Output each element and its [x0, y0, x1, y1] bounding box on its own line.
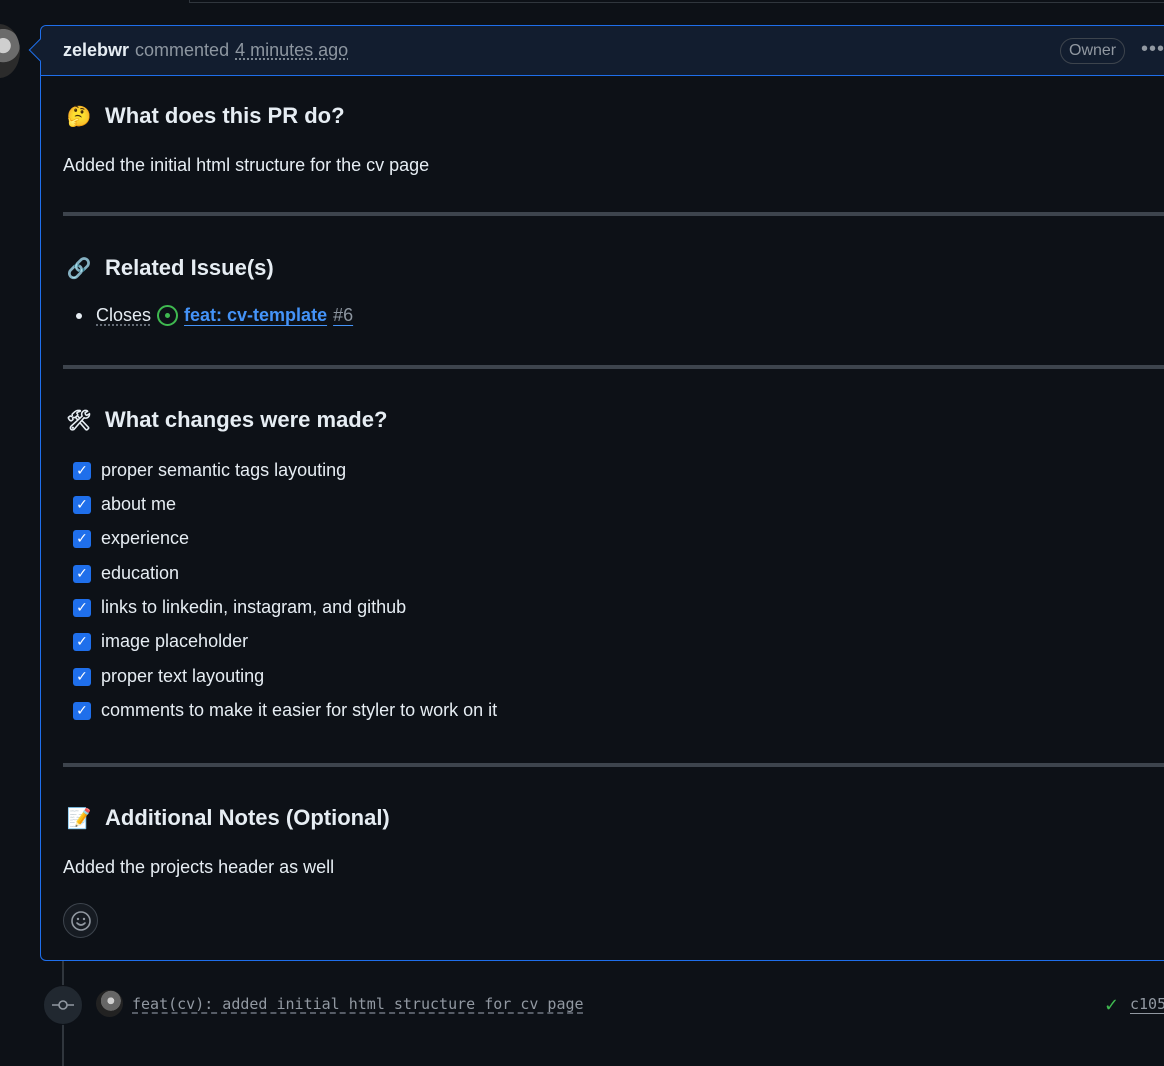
heading-notes-text: Additional Notes (Optional): [105, 805, 390, 830]
check-icon[interactable]: ✓: [1104, 995, 1119, 1016]
heading-changes-text: What changes were made?: [105, 407, 388, 432]
kebab-horizontal-icon[interactable]: •••: [1141, 38, 1164, 60]
checkbox-checked[interactable]: ✓: [73, 564, 91, 583]
divider-1: [63, 212, 1164, 216]
comment-verb: commented: [135, 40, 230, 60]
task-label: links to linkedin, instagram, and github: [101, 597, 407, 617]
task-item: ✓ education: [73, 563, 179, 584]
heading-what: 🤔 What does this PR do?: [63, 101, 345, 131]
add-reaction-button[interactable]: [63, 903, 98, 938]
checkbox-checked[interactable]: ✓: [73, 495, 91, 514]
task-item: ✓ comments to make it easier for styler …: [73, 700, 497, 721]
commit-sha-link[interactable]: c105: [1130, 995, 1164, 1013]
what-text: Added the initial html structure for the…: [63, 155, 430, 175]
author-avatar[interactable]: [0, 24, 20, 78]
task-label: comments to make it easier for styler to…: [101, 700, 498, 720]
memo-icon: 📝: [66, 807, 92, 830]
notes-text: Added the projects header as well: [63, 857, 335, 877]
thinking-face-icon: 🤔: [66, 105, 92, 128]
task-label: proper semantic tags layouting: [101, 460, 347, 480]
git-commit-icon: [43, 985, 83, 1025]
commit-message-link[interactable]: feat(cv): added initial html structure f…: [132, 995, 584, 1013]
commit-author-avatar[interactable]: [96, 990, 123, 1017]
task-item: ✓ about me: [73, 494, 176, 515]
task-label: image placeholder: [101, 631, 249, 651]
list-bullet: [76, 312, 82, 319]
tools-icon: 🛠: [66, 409, 92, 432]
checkbox-checked[interactable]: ✓: [73, 461, 91, 480]
task-item: ✓ links to linkedin, instagram, and gith…: [73, 597, 406, 618]
heading-changes: 🛠 What changes were made?: [63, 405, 387, 435]
issue-link[interactable]: feat: cv-template: [184, 305, 327, 326]
checkbox-checked[interactable]: ✓: [73, 667, 91, 686]
task-label: about me: [101, 494, 177, 514]
divider-2: [63, 365, 1164, 369]
author-name[interactable]: zelebwr: [63, 40, 129, 61]
comment-header: zelebwr commented 4 minutes ago Owner ••…: [41, 26, 1164, 76]
pr-description-comment: zelebwr commented 4 minutes ago Owner ••…: [28, 25, 1164, 961]
task-label: education: [101, 563, 180, 583]
owner-badge: Owner: [1060, 38, 1126, 64]
closes-label[interactable]: Closes: [96, 305, 151, 326]
heading-related-text: Related Issue(s): [105, 255, 274, 280]
task-label: experience: [101, 528, 190, 548]
divider-3: [63, 763, 1164, 767]
task-item: ✓ proper text layouting: [73, 666, 264, 687]
task-item: ✓ image placeholder: [73, 631, 248, 652]
smiley-icon: [70, 910, 91, 931]
task-item: ✓ proper semantic tags layouting: [73, 460, 346, 481]
checkbox-checked[interactable]: ✓: [73, 529, 91, 548]
checkbox-checked[interactable]: ✓: [73, 701, 91, 720]
checkbox-checked[interactable]: ✓: [73, 598, 91, 617]
task-item: ✓ experience: [73, 528, 189, 549]
comment-timestamp[interactable]: 4 minutes ago: [235, 40, 348, 61]
issue-opened-icon: [157, 305, 179, 326]
top-divider: [189, 0, 1164, 3]
task-label: proper text layouting: [101, 666, 265, 686]
checkbox-checked[interactable]: ✓: [73, 632, 91, 651]
heading-notes: 📝 Additional Notes (Optional): [63, 803, 390, 833]
related-issue-item: Closes feat: cv-template #6: [63, 305, 353, 326]
heading-related: 🔗 Related Issue(s): [63, 253, 274, 283]
issue-number[interactable]: #6: [333, 305, 353, 326]
link-icon: 🔗: [66, 257, 92, 280]
heading-what-text: What does this PR do?: [105, 103, 345, 128]
